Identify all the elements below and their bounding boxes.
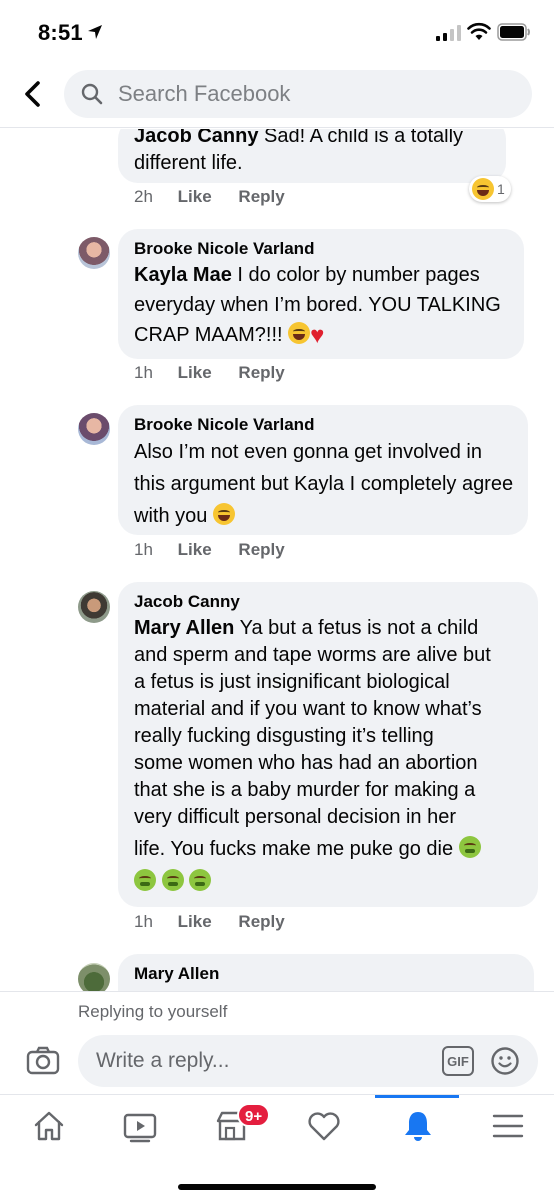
comment-author[interactable]: Brooke Nicole Varland (134, 414, 314, 436)
heart-emoji-icon: ♥ (310, 322, 325, 349)
mention-link[interactable]: Mary Allen (134, 617, 234, 639)
rolling-laugh-emoji-icon (288, 322, 311, 344)
camera-icon[interactable] (26, 1045, 60, 1075)
heart-icon (308, 1112, 340, 1141)
reply-button[interactable]: Reply (238, 540, 284, 560)
reply-composer: Replying to yourself GIF (0, 991, 554, 1094)
comment-time: 1h (134, 363, 153, 382)
comment-text-line: material and if you want to know what’s (134, 698, 482, 720)
comment-bubble[interactable]: Brooke Nicole Varland Kayla Mae I do col… (118, 229, 524, 359)
comment-meta: 2h Like Reply (134, 187, 285, 207)
reply-button[interactable]: Reply (238, 363, 284, 383)
comment-bubble[interactable]: Mary Allen (118, 954, 534, 991)
battery-icon (497, 23, 530, 41)
replying-to-label: Replying to yourself (78, 1002, 228, 1021)
comment-text-line: very difficult personal decision in her (134, 806, 457, 828)
wifi-icon (467, 22, 491, 40)
comment-bubble[interactable]: Jacob Canny Mary Allen Ya but a fetus is… (118, 582, 538, 907)
smiley-icon[interactable] (490, 1046, 520, 1076)
gif-button[interactable]: GIF (442, 1046, 474, 1076)
comment-time: 1h (134, 540, 153, 559)
reply-button[interactable]: Reply (238, 187, 284, 207)
laugh-reaction-icon (472, 178, 494, 200)
reply-input-box[interactable]: GIF (78, 1035, 538, 1087)
location-arrow-icon (88, 25, 102, 39)
top-header (0, 62, 554, 128)
like-button[interactable]: Like (178, 912, 212, 932)
comment-text-line: some women who has had an abortion (134, 752, 478, 774)
mention-link[interactable]: Kayla Mae (134, 264, 232, 286)
menu-hamburger-icon (492, 1114, 524, 1138)
tab-menu[interactable] (466, 1095, 546, 1155)
rolling-laugh-emoji-icon (212, 503, 235, 525)
comment-time: 1h (134, 912, 153, 931)
comment-text-line: and sperm and tape worms are alive but (134, 644, 491, 666)
comment-text-line: Ya but a fetus is not a child (239, 617, 479, 639)
comment-text-line: that she is a baby murder for making a (134, 779, 476, 801)
like-button[interactable]: Like (178, 187, 212, 207)
avatar[interactable] (78, 591, 110, 623)
bell-icon (405, 1112, 431, 1141)
avatar[interactable] (78, 237, 110, 269)
home-indicator (178, 1184, 376, 1190)
comment-author[interactable]: Mary Allen (134, 963, 219, 985)
comment-bubble[interactable]: Jacob Canny Sad! A child is a totally di… (118, 129, 506, 183)
comment-author[interactable]: Brooke Nicole Varland (134, 238, 314, 260)
tab-home[interactable] (8, 1095, 88, 1155)
comment-bubble[interactable]: Brooke Nicole Varland Also I’m not even … (118, 405, 528, 535)
search-bar[interactable] (64, 70, 532, 118)
vomiting-emoji-icon (161, 869, 184, 891)
like-button[interactable]: Like (178, 363, 212, 383)
status-time: 8:51 (38, 20, 83, 45)
video-play-icon (123, 1113, 157, 1143)
back-button[interactable] (18, 76, 48, 112)
vomiting-emoji-icon (189, 869, 212, 891)
reply-input[interactable] (96, 1035, 426, 1087)
like-button[interactable]: Like (178, 540, 212, 560)
search-input[interactable] (118, 70, 518, 118)
tab-notifications[interactable] (376, 1095, 456, 1155)
comment-text-line: life. You fucks make me puke go die (134, 838, 454, 860)
comment-meta: 1h Like Reply (134, 363, 285, 383)
comment-text-line: a fetus is just insignificant biological (134, 671, 450, 693)
reply-button[interactable]: Reply (238, 912, 284, 932)
cellular-signal-icon (436, 25, 461, 41)
search-icon (81, 83, 103, 105)
comment-meta: 1h Like Reply (134, 912, 285, 932)
reaction-count: 1 (497, 181, 505, 197)
nauseated-emoji-icon (458, 836, 481, 858)
comment-time: 2h (134, 187, 153, 206)
home-icon (34, 1111, 64, 1141)
mention-link[interactable]: Jacob Canny (134, 129, 258, 147)
comment-author[interactable]: Jacob Canny (134, 591, 240, 613)
comments-list: Jacob Canny Sad! A child is a totally di… (0, 129, 554, 991)
tab-watch[interactable] (98, 1095, 178, 1155)
reaction-count-badge[interactable]: 1 (469, 176, 511, 202)
marketplace-notification-badge: 9+ (237, 1103, 271, 1127)
comment-text-line: really fucking disgusting it’s telling (134, 725, 434, 747)
avatar[interactable] (78, 963, 110, 991)
tab-dating[interactable] (282, 1095, 362, 1155)
comment-meta: 1h Like Reply (134, 540, 285, 560)
avatar[interactable] (78, 413, 110, 445)
comment-text: Also I’m not even gonna get involved in … (134, 441, 514, 527)
vomiting-emoji-icon (134, 869, 156, 891)
status-bar: 8:51 (0, 0, 554, 62)
